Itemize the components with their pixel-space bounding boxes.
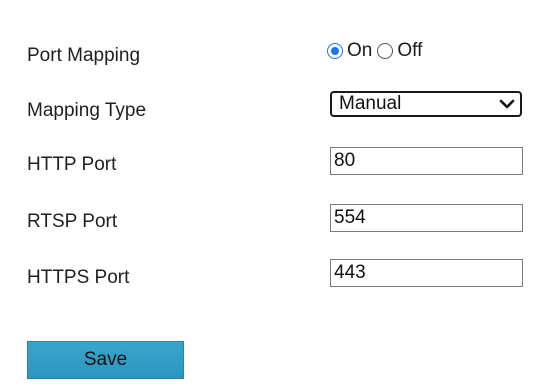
https-port-input[interactable]: 443: [330, 259, 523, 287]
http-port-input[interactable]: 80: [330, 147, 523, 175]
port-mapping-form: Port Mapping On Off Mapping Type Manual …: [0, 0, 550, 390]
port-mapping-label: Port Mapping: [27, 45, 141, 66]
port-mapping-radio-group: On Off: [327, 40, 427, 62]
https-port-label: HTTPS Port: [27, 267, 130, 288]
save-button[interactable]: Save: [27, 341, 184, 379]
mapping-type-selected-value: Manual: [339, 93, 402, 114]
rtsp-port-label: RTSP Port: [27, 211, 118, 232]
port-mapping-off-label[interactable]: Off: [397, 40, 422, 62]
mapping-type-select[interactable]: Manual: [330, 91, 522, 117]
save-button-label: Save: [83, 349, 128, 370]
chevron-down-icon: [499, 99, 515, 109]
port-mapping-on-label[interactable]: On: [347, 40, 372, 62]
rtsp-port-input[interactable]: 554: [330, 204, 523, 232]
http-port-label: HTTP Port: [27, 154, 117, 175]
port-mapping-off-radio[interactable]: [377, 43, 394, 59]
mapping-type-label: Mapping Type: [27, 100, 147, 121]
port-mapping-on-radio[interactable]: [327, 43, 343, 59]
